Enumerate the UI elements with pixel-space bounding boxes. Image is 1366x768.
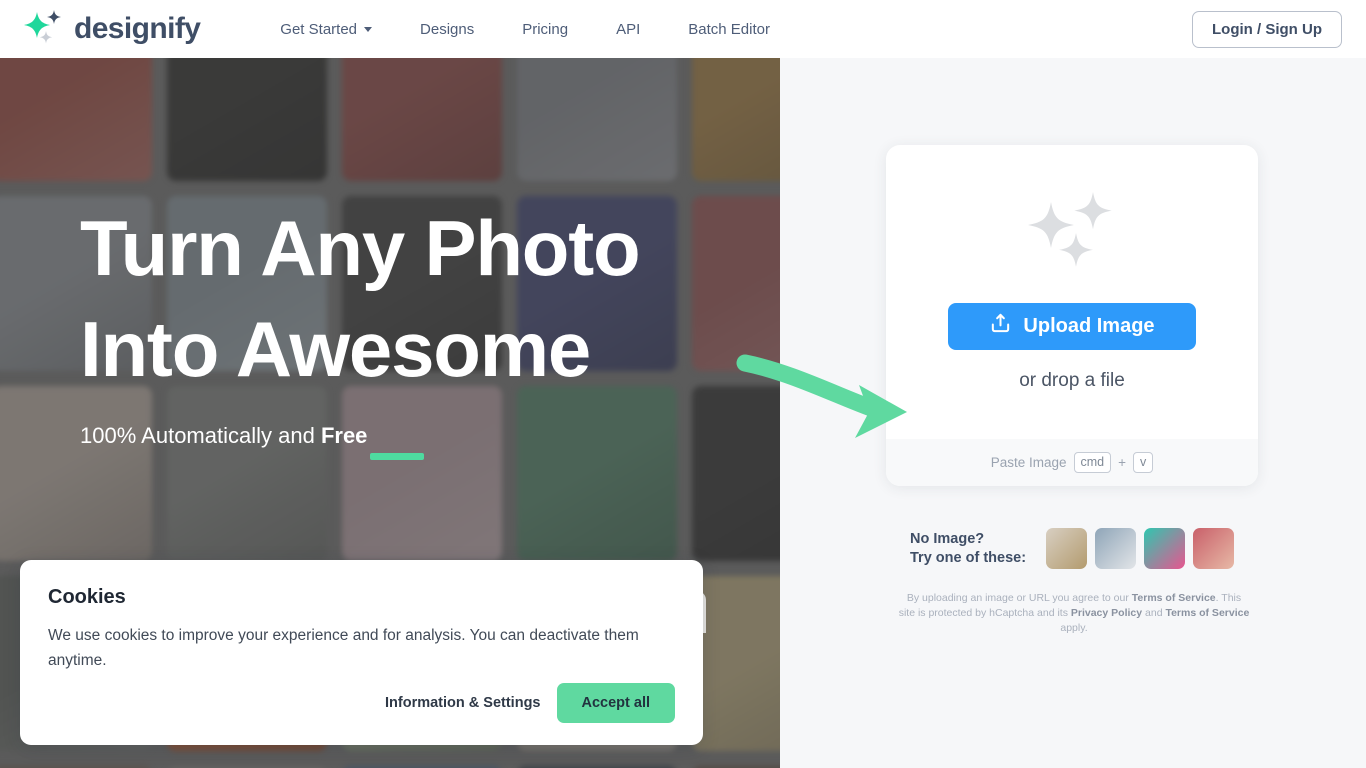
cookie-banner: Cookies We use cookies to improve your e…: [20, 560, 703, 745]
cookie-banner-body: We use cookies to improve your experienc…: [48, 627, 639, 669]
sample-thumbnail-white-sports-car[interactable]: [1095, 528, 1137, 569]
nav-item-get-started[interactable]: Get Started: [256, 21, 396, 38]
main-nav: Get Started Designs Pricing API Batch Ed…: [256, 21, 794, 38]
sparkle-logo-icon: [24, 10, 64, 48]
page-title: Turn Any Photo Into Awesome: [80, 198, 641, 400]
hero-title-line2: Into Awesome: [80, 305, 591, 393]
nav-item-api[interactable]: API: [592, 21, 664, 38]
privacy-policy-link[interactable]: Privacy Policy: [1071, 607, 1142, 619]
paste-image-label: Paste Image: [990, 455, 1067, 470]
site-header: designify Get Started Designs Pricing AP…: [0, 0, 1366, 58]
drop-file-text: or drop a file: [1019, 370, 1125, 391]
no-image-line2: Try one of these:: [910, 549, 1027, 566]
accept-all-button[interactable]: Accept all: [556, 683, 675, 723]
no-image-label: No Image? Try one of these:: [910, 530, 1026, 568]
nav-item-batch-editor[interactable]: Batch Editor: [664, 21, 794, 38]
upload-card[interactable]: Upload Image or drop a file Paste Image …: [886, 145, 1258, 486]
free-underline-accent: [370, 453, 424, 460]
key-plus: +: [1118, 455, 1127, 470]
upload-image-button[interactable]: Upload Image: [948, 303, 1196, 350]
key-cmd: cmd: [1073, 451, 1112, 474]
legal-line1a: By uploading an image or URL you agree t…: [906, 592, 1132, 604]
login-signup-button[interactable]: Login / Sign Up: [1192, 11, 1342, 48]
sample-thumbnail-man-portrait[interactable]: [1144, 528, 1186, 569]
legal-line2a: protected by hCaptcha and its: [928, 607, 1071, 619]
hero-subtitle: 100% Automatically and Free: [80, 423, 367, 449]
upload-panel: Upload Image or drop a file Paste Image …: [780, 58, 1366, 768]
nav-item-designs[interactable]: Designs: [396, 21, 498, 38]
cookie-banner-actions: Information & Settings Accept all: [385, 683, 675, 723]
legal-line2e: apply.: [1060, 622, 1088, 634]
chevron-down-icon: [364, 26, 373, 32]
information-settings-button[interactable]: Information & Settings: [385, 695, 540, 711]
nav-label-get-started: Get Started: [280, 20, 358, 38]
no-image-line1: No Image?: [910, 530, 985, 547]
nav-item-pricing[interactable]: Pricing: [498, 21, 592, 38]
key-v: v: [1133, 451, 1154, 474]
sample-images-row: No Image? Try one of these:: [910, 528, 1235, 569]
sample-thumbnails: [1046, 528, 1235, 569]
logo[interactable]: designify: [24, 10, 201, 48]
hero-title-line1: Turn Any Photo: [80, 204, 641, 292]
sample-thumbnail-beige-cylinder-product[interactable]: [1046, 528, 1088, 569]
legal-disclaimer: By uploading an image or URL you agree t…: [898, 591, 1250, 636]
upload-icon: [989, 312, 1012, 341]
terms-of-service-link-2[interactable]: Terms of Service: [1165, 607, 1249, 619]
upload-button-label: Upload Image: [1023, 315, 1155, 337]
legal-line2c: and: [1142, 607, 1166, 619]
sparkles-illustration-icon: [886, 192, 1258, 272]
hero-subtitle-prefix: 100% Automatically and: [80, 423, 321, 448]
brand-name: designify: [74, 12, 201, 45]
terms-of-service-link-1[interactable]: Terms of Service: [1132, 592, 1216, 604]
sample-thumbnail-woman-portrait[interactable]: [1193, 528, 1235, 569]
cookie-banner-title: Cookies: [48, 586, 126, 608]
hero-subtitle-highlight: Free: [320, 423, 368, 448]
paste-image-hint[interactable]: Paste Image cmd + v: [886, 439, 1258, 486]
